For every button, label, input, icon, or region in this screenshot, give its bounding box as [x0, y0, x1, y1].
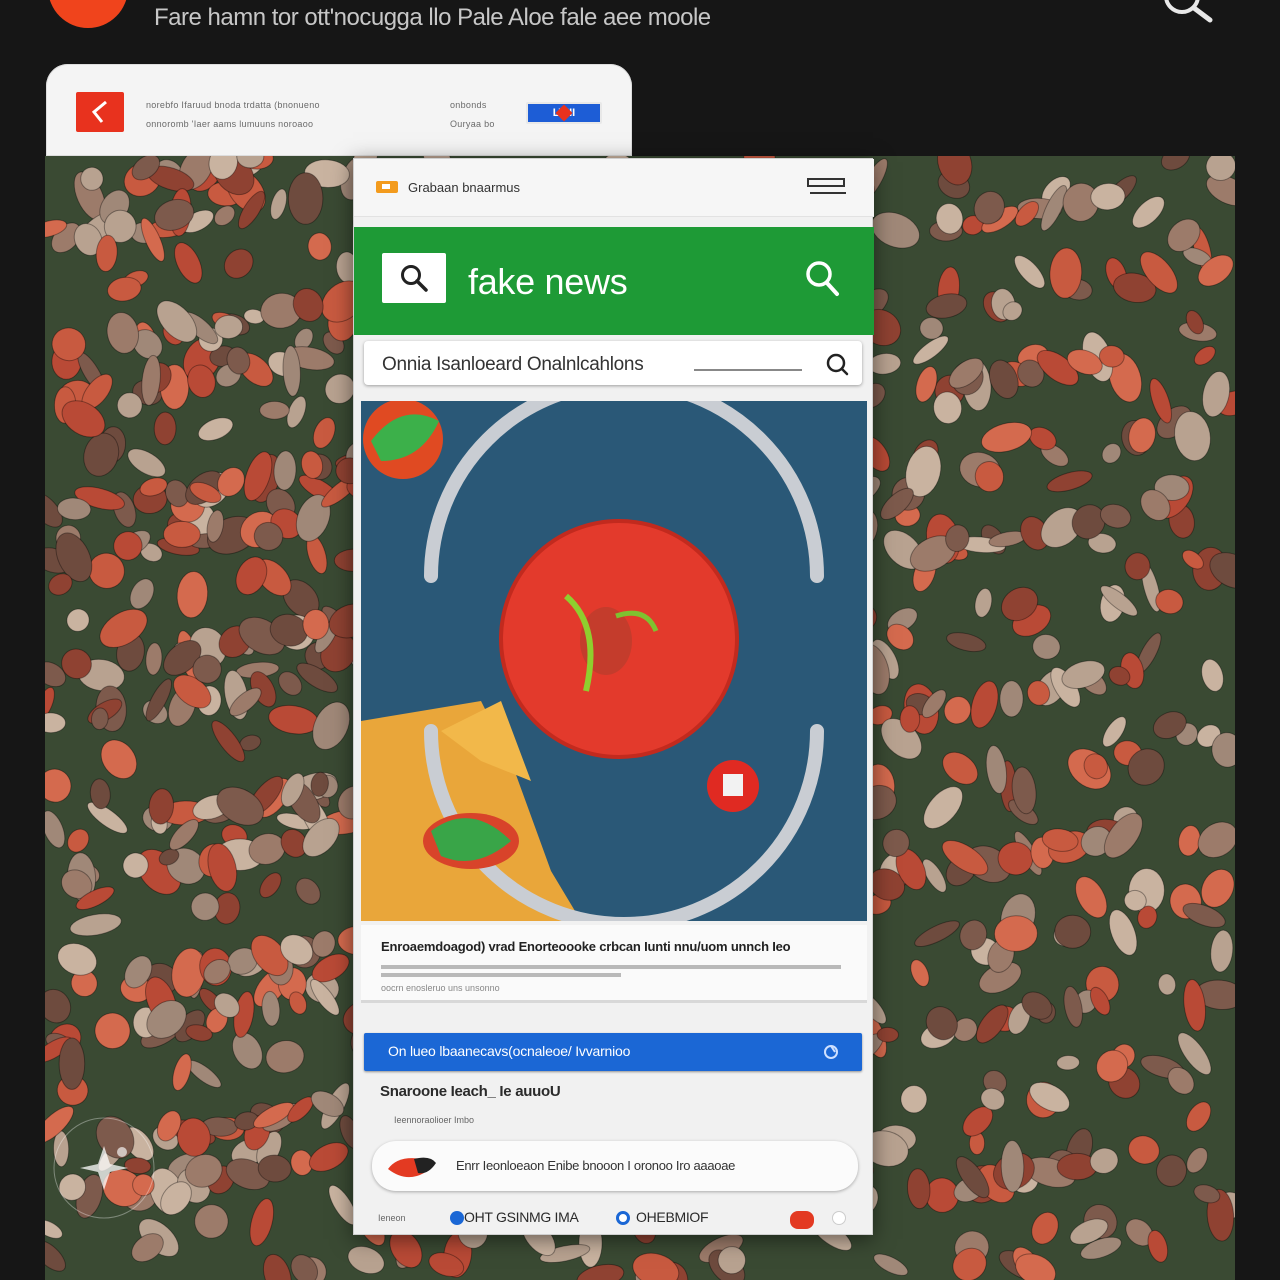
related-link-bar[interactable]: On lueo lbaanecavs(ocnaleoe/ Ivvarnioo: [364, 1033, 862, 1071]
page-title: Fare hamn tor ott'nocugga llo Pale Aloe …: [154, 4, 711, 31]
toolbar-dot-icon: [616, 1211, 630, 1225]
phone-screen: Grabaan bnaarmus fake news Onnia Isanloe…: [353, 158, 874, 1235]
article-card[interactable]: Enroaemdoagod) vrad Enorteoooke crbcan I…: [361, 925, 867, 1003]
hero-image[interactable]: [361, 401, 867, 921]
chat-icon[interactable]: [790, 1211, 814, 1229]
tab-text-line: Ouryaa bo: [450, 119, 495, 129]
watermark-logo: [48, 1112, 160, 1224]
tab-text-line: onbonds: [450, 100, 487, 110]
search-header: fake news: [354, 227, 874, 335]
toolbar-item-1[interactable]: OHT GSINMG IMA: [464, 1209, 579, 1225]
background-tab-card[interactable]: norebfo Ifaruud bnoda trdatta (bnonueno …: [46, 64, 632, 156]
section-title: Snaroone Ieach_ Ie auuoU: [380, 1083, 561, 1100]
related-link-text: On lueo lbaanecavs(ocnaleoe/ Ivvarnioo: [388, 1043, 631, 1059]
article-text-line: [381, 965, 841, 969]
search-query-text[interactable]: fake news: [468, 261, 628, 303]
search-icon[interactable]: [826, 353, 850, 377]
search-icon[interactable]: [1160, 0, 1216, 26]
article-headline: Enroaemdoagod) vrad Enorteoooke crbcan I…: [381, 939, 791, 954]
comment-input[interactable]: Enrr Ieonloeaon Enibe bnooon I oronoo Ir…: [372, 1141, 858, 1191]
bottom-toolbar: Ieneon OHT GSINMG IMA OHEBMIOF: [354, 1199, 874, 1235]
notification-icon: [376, 181, 398, 193]
comment-avatar-icon: [384, 1153, 438, 1181]
toolbar-item-2[interactable]: OHEBMIOF: [636, 1209, 709, 1225]
url-search-bar[interactable]: Onnia Isanloeard Onalnlcahlons: [364, 341, 862, 385]
article-meta: oocrn enosleruo uns unsonno: [381, 983, 500, 993]
tab-logo-icon: [76, 92, 124, 132]
search-icon[interactable]: [802, 257, 842, 299]
search-icon[interactable]: [382, 253, 446, 303]
comment-text: Enrr Ieonloeaon Enibe bnooon I oronoo Ir…: [456, 1158, 736, 1173]
tab-text-line: norebfo Ifaruud bnoda trdatta (bnonueno: [146, 100, 320, 110]
section-caption: Ieennoraolioer Imbo: [394, 1115, 475, 1125]
tab-badge[interactable]: LVIII: [526, 102, 602, 124]
status-text: Grabaan bnaarmus: [408, 180, 521, 195]
url-underline: [694, 369, 802, 371]
article-text-line: [381, 973, 621, 977]
tab-text-line: onnoromb 'Iaer aams lumuuns noroaoo: [146, 119, 314, 129]
bottom-label: Ieneon: [378, 1213, 406, 1223]
status-dot-icon[interactable]: [832, 1211, 846, 1225]
app-logo[interactable]: [48, 0, 128, 28]
toolbar-dot-icon: [450, 1211, 464, 1225]
status-bar: Grabaan bnaarmus: [354, 159, 874, 217]
menu-icon[interactable]: [806, 177, 848, 199]
share-icon[interactable]: [822, 1043, 840, 1061]
url-text: Onnia Isanloeard Onalnlcahlons: [382, 354, 644, 375]
